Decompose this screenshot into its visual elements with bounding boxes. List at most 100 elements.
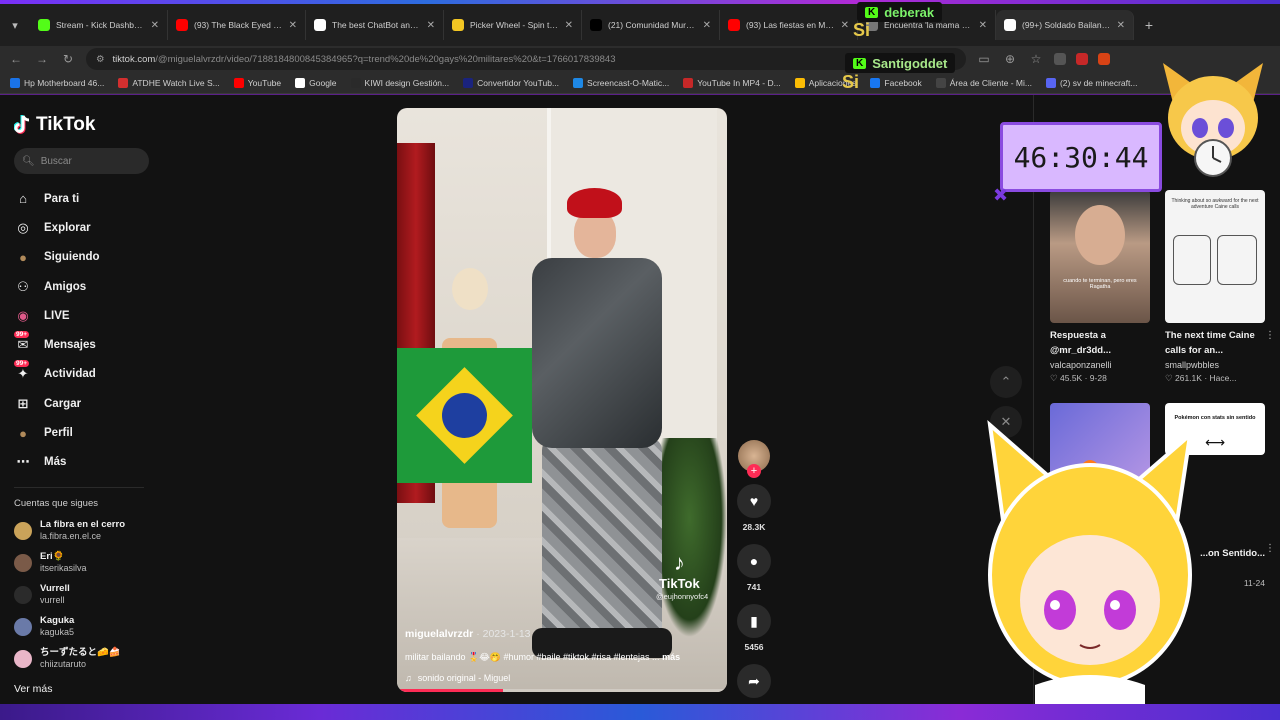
bookmark-item[interactable]: ATDHE Watch Live S... bbox=[118, 77, 220, 88]
sidebar-item-más[interactable]: ⋯ Más bbox=[14, 448, 165, 477]
site-info-icon[interactable]: ⚙ bbox=[96, 54, 105, 65]
bookmark-favicon-icon bbox=[573, 77, 584, 88]
bookmark-label: ATDHE Watch Live S... bbox=[132, 77, 220, 88]
flag-circle bbox=[442, 393, 487, 438]
bookmark-favicon-icon bbox=[794, 77, 805, 88]
creator-avatar[interactable]: + bbox=[738, 440, 770, 478]
recommended-user: valcaponzanelli bbox=[1050, 360, 1112, 371]
forward-icon[interactable]: → bbox=[34, 52, 50, 66]
more-options-icon[interactable]: ⋮ bbox=[1265, 330, 1275, 341]
browser-tab[interactable]: (99+) Soldado Bailando ✕ bbox=[996, 10, 1134, 40]
bookmark-item[interactable]: Convertidor YouTub... bbox=[463, 77, 559, 88]
browser-tab[interactable]: Picker Wheel - Spin the W ✕ bbox=[444, 10, 582, 40]
sidebar-item-amigos[interactable]: ⚇ Amigos bbox=[14, 272, 165, 301]
video-player[interactable]: ♪ TikTok @eujhonnyofc4 miguelalvrzdr · 2… bbox=[397, 108, 727, 692]
bookmark-item[interactable]: Google bbox=[295, 77, 337, 88]
bookmark-favicon-icon bbox=[463, 77, 474, 88]
recommended-thumbnail: Thinking about so awkward for the next a… bbox=[1165, 190, 1265, 323]
browser-tab[interactable]: Stream - Kick Dashboard ✕ bbox=[30, 10, 168, 40]
extension-icon[interactable] bbox=[1098, 53, 1110, 65]
thumbnail-caption: Thinking about so awkward for the next a… bbox=[1171, 198, 1259, 210]
follow-plus-icon[interactable]: + bbox=[747, 464, 761, 478]
tab-favicon-icon bbox=[452, 19, 464, 31]
bookmark-item[interactable]: Screencast-O-Matic... bbox=[573, 77, 669, 88]
extension-icon[interactable] bbox=[1054, 53, 1066, 65]
tab-close-icon[interactable]: ✕ bbox=[703, 20, 711, 31]
chat-user-name: deberak bbox=[884, 4, 935, 20]
activity-icon: ✦ 99+ bbox=[14, 360, 30, 382]
tab-search-icon[interactable]: ▾ bbox=[6, 16, 24, 34]
vtuber-fox-avatar bbox=[975, 415, 1215, 705]
tab-close-icon[interactable]: ✕ bbox=[289, 20, 297, 31]
video-sound[interactable]: ♫ sonido original - Miguel bbox=[405, 673, 725, 683]
following-name: Vurrell bbox=[40, 583, 70, 595]
see-more-link[interactable]: Ver más bbox=[14, 683, 165, 695]
sidebar-item-explorar[interactable]: ◎ Explorar bbox=[14, 213, 165, 242]
bookmark-favicon-icon bbox=[683, 77, 694, 88]
browser-tab[interactable]: The best ChatBot and We ✕ bbox=[306, 10, 444, 40]
bookmark-button[interactable]: ▮ bbox=[737, 604, 771, 638]
heart-button[interactable]: ♥ bbox=[737, 484, 771, 518]
caption-more-button[interactable]: más bbox=[662, 652, 680, 662]
bookmark-star-icon[interactable]: ☆ bbox=[1028, 52, 1044, 66]
bookmark-label: YouTube In MP4 - D... bbox=[697, 77, 781, 88]
extension-icon[interactable] bbox=[1076, 53, 1088, 65]
new-tab-button[interactable]: + bbox=[1138, 14, 1160, 36]
browser-tab[interactable]: (93) Las fiestas en México ✕ bbox=[720, 10, 858, 40]
stream-frame-bottom bbox=[0, 704, 1280, 720]
sidebar-item-perfil[interactable]: ● Perfil bbox=[14, 418, 165, 447]
following-handle: itserikasilva bbox=[40, 563, 87, 574]
video-progress-bar[interactable] bbox=[397, 689, 727, 692]
following-account[interactable]: La fibra en el cerro la.fibra.en.el.ce bbox=[14, 515, 165, 547]
sidebar-item-cargar[interactable]: ⊞ Cargar bbox=[14, 389, 165, 418]
reload-icon[interactable]: ↻ bbox=[60, 52, 76, 66]
watermark-brand: TikTok bbox=[659, 576, 700, 591]
browser-tab[interactable]: (21) Comunidad Murft / X ✕ bbox=[582, 10, 720, 40]
kick-icon: K bbox=[865, 6, 879, 18]
url-input[interactable]: ⚙ tiktok.com/@miguelalvrzdr/video/718818… bbox=[86, 48, 966, 70]
more-options-icon[interactable]: ⋮ bbox=[1265, 543, 1275, 554]
bookmark-favicon-icon bbox=[10, 77, 20, 88]
bookmark-item[interactable]: Hp Motherboard 46... bbox=[10, 77, 104, 88]
bookmark-item[interactable]: KIWI design Gestión... bbox=[350, 77, 449, 88]
browser-tab[interactable]: (93) The Black Eyed Peas ✕ bbox=[168, 10, 306, 40]
bookmark-favicon-icon bbox=[233, 77, 244, 88]
bookmark-item[interactable]: YouTube In MP4 - D... bbox=[683, 77, 781, 88]
recommended-card[interactable]: cuando te terminan, pero eres Ragatha Re… bbox=[1050, 190, 1150, 384]
zoom-icon[interactable]: ⊕ bbox=[1002, 52, 1018, 66]
tab-favicon-icon bbox=[176, 19, 188, 31]
following-account[interactable]: Kaguka kaguka5 bbox=[14, 611, 165, 643]
following-account[interactable]: Eri🌻 itserikasilva bbox=[14, 547, 165, 579]
bookmark-item[interactable]: Facebook bbox=[870, 77, 922, 88]
sil-logo: Si bbox=[842, 72, 860, 92]
tab-close-icon[interactable]: ✕ bbox=[841, 20, 849, 31]
bookmark-item[interactable]: Área de Cliente - Mi... bbox=[935, 77, 1032, 88]
sidebar-item-para-ti[interactable]: ⌂ Para ti bbox=[14, 184, 165, 213]
sidebar-item-actividad[interactable]: ✦ 99+ Actividad bbox=[14, 360, 165, 389]
search-input[interactable]: 🔍︎ Buscar bbox=[14, 148, 149, 174]
sidebar-item-live[interactable]: ◉ LIVE bbox=[14, 301, 165, 330]
comment-button[interactable]: ● bbox=[737, 544, 771, 578]
thumbnail-sketch bbox=[1217, 235, 1257, 285]
cast-icon[interactable]: ▭ bbox=[976, 52, 992, 66]
previous-video-button[interactable]: ⌃ bbox=[990, 366, 1022, 398]
bookmark-item[interactable]: YouTube bbox=[233, 77, 281, 88]
back-icon[interactable]: ← bbox=[8, 52, 24, 66]
sidebar-item-mensajes[interactable]: ✉ 99+ Mensajes bbox=[14, 330, 165, 359]
tab-close-icon[interactable]: ✕ bbox=[151, 20, 159, 31]
tab-close-icon[interactable]: ✕ bbox=[979, 20, 987, 31]
bookmark-item[interactable]: (2) sv de minecraft... bbox=[1045, 77, 1137, 88]
upload-icon: ⊞ bbox=[17, 395, 29, 411]
comment-icon: ● bbox=[749, 553, 759, 569]
tab-close-icon[interactable]: ✕ bbox=[565, 20, 573, 31]
recommended-card[interactable]: Thinking about so awkward for the next a… bbox=[1165, 190, 1275, 384]
following-account[interactable]: ちーずたると🧀🍰 chiizutaruto bbox=[14, 643, 165, 675]
avatar bbox=[14, 553, 32, 572]
tiktok-logo[interactable]: TikTok bbox=[13, 114, 165, 136]
tab-close-icon[interactable]: ✕ bbox=[427, 20, 435, 31]
video-username[interactable]: miguelalvrzdr bbox=[405, 628, 473, 640]
tab-close-icon[interactable]: ✕ bbox=[1117, 20, 1125, 31]
following-account[interactable]: Vurrell vurrell bbox=[14, 579, 165, 611]
share-button[interactable]: ➦ bbox=[737, 664, 771, 698]
sidebar-item-siguiendo[interactable]: ● Siguiendo bbox=[14, 243, 165, 272]
